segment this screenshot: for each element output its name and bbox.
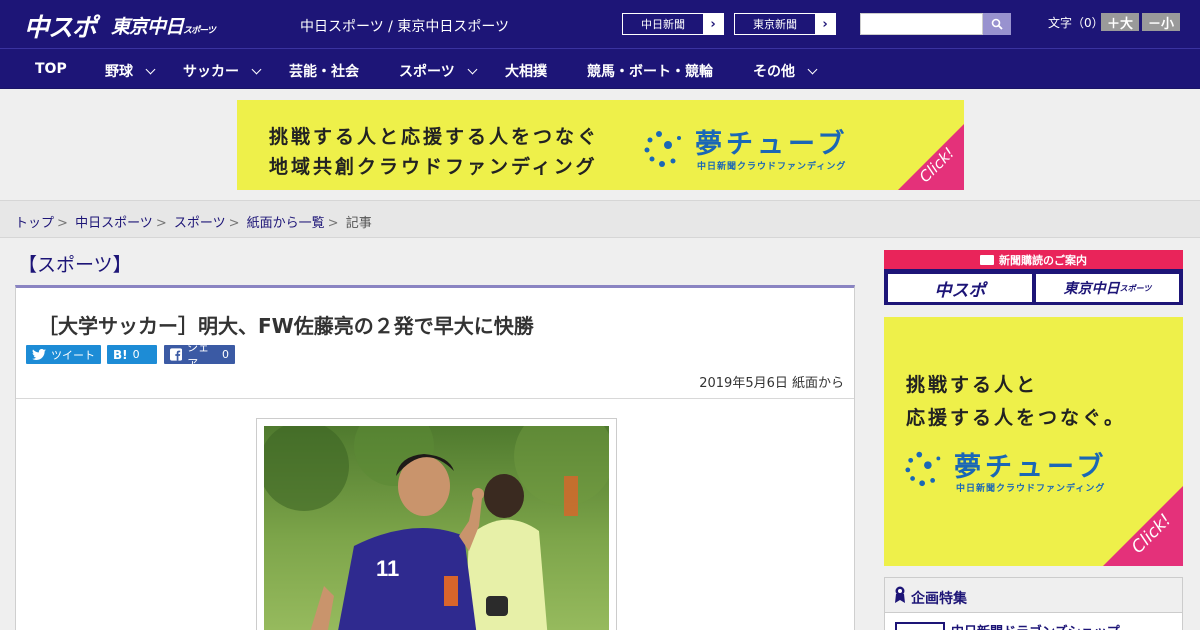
breadcrumb-separator: > — [327, 216, 339, 231]
tweet-label: ツイート — [51, 348, 95, 362]
nav-label: TOP — [35, 61, 67, 77]
subscribe-chuspo-button[interactable]: 中スポ — [888, 274, 1032, 302]
feature-title: 企画特集 — [911, 591, 967, 607]
jersey-number: 11 — [376, 556, 399, 581]
nav-label: 競馬・ボート・競輪 — [587, 64, 713, 80]
subscription-box: 新聞購読のご案内 中スポ 東京中日 スポーツ — [884, 250, 1183, 305]
article-title: ［大学サッカー］明大、FW佐藤亮の２発で早大に快勝 — [38, 314, 534, 338]
yume-dots-icon — [644, 131, 681, 167]
breadcrumb-separator: > — [228, 216, 240, 231]
search-button[interactable] — [983, 13, 1011, 35]
nav-sports[interactable]: スポーツ — [399, 61, 478, 81]
search-icon — [991, 18, 1003, 30]
tokyo-shimbun-button[interactable]: 東京新聞 › — [734, 13, 836, 35]
soccer-player-photo: 11 — [264, 426, 609, 630]
tokyo-chunichi-logo-text: 東京中日 — [111, 16, 184, 38]
nav-top[interactable]: TOP — [35, 61, 67, 77]
hatena-count: 0 — [132, 348, 140, 361]
nav-label: スポーツ — [399, 64, 455, 80]
subscribe-tokyo-label: 東京中日 — [1063, 281, 1120, 297]
facebook-share-button[interactable]: シェア 0 — [164, 341, 235, 370]
yume-tube-banner-top[interactable]: 挑戦する人と応援する人をつなぐ 地域共創クラウドファンディング 夢チューブ 中日… — [237, 100, 964, 190]
breadcrumb-chunichi-sports[interactable]: 中日スポーツ — [75, 216, 153, 231]
font-bigger-button[interactable]: ＋大 — [1101, 13, 1139, 32]
side-ad-line-2: 応援する人をつなぐ。 — [906, 407, 1127, 429]
chevron-down-icon — [807, 64, 818, 75]
font-size-label: 文字（0） — [1048, 16, 1104, 30]
chevron-down-icon — [251, 64, 262, 75]
nav-label: 芸能・社会 — [289, 64, 359, 80]
nav-soccer[interactable]: サッカー — [183, 61, 262, 81]
tweet-button[interactable]: ツイート — [26, 345, 101, 364]
breadcrumb-current: 記事 — [345, 216, 372, 231]
article-photo-frame: 11 — [256, 418, 617, 630]
subscribe-tokyo-chunichi-button[interactable]: 東京中日 スポーツ — [1036, 274, 1179, 302]
twitter-icon — [32, 349, 46, 360]
chevron-down-icon — [145, 64, 156, 75]
nav-label: 野球 — [105, 64, 133, 80]
ad-brand: 夢チューブ — [695, 129, 849, 160]
newspaper-icon — [980, 254, 994, 265]
facebook-icon — [170, 348, 183, 361]
article-photo: 11 — [264, 426, 609, 630]
nav-other[interactable]: その他 — [753, 61, 818, 81]
tokyo-chunichi-logo[interactable]: 東京中日スポーツ — [111, 12, 216, 39]
chevron-right-icon: › — [815, 14, 835, 34]
nav-label: その他 — [753, 64, 795, 80]
chevron-right-icon: › — [703, 14, 723, 34]
article-card: ［大学サッカー］明大、FW佐藤亮の２発で早大に快勝 ツイート B! 0 シェア … — [15, 285, 855, 630]
font-smaller-button[interactable]: －小 — [1142, 13, 1180, 32]
nav-label: サッカー — [183, 64, 239, 80]
subscribe-tokyo-small: スポーツ — [1119, 283, 1152, 293]
chunichi-shimbun-button[interactable]: 中日新聞 › — [622, 13, 724, 35]
article-date: 2019年5月6日 紙面から — [699, 376, 844, 391]
side-ad-line-1: 挑戦する人と — [906, 374, 1039, 396]
site-header: 中スポ 東京中日スポーツ 中日スポーツ / 東京中日スポーツ 中日新聞 › 東京… — [0, 0, 1200, 48]
hatena-bookmark-button[interactable]: B! 0 — [107, 345, 157, 364]
chevron-down-icon — [467, 64, 478, 75]
nav-baseball[interactable]: 野球 — [105, 61, 156, 81]
side-ad-brand-sub: 中日新聞クラウドファンディング — [956, 484, 1106, 494]
nav-sumo[interactable]: 大相撲 — [505, 61, 547, 81]
breadcrumb-top[interactable]: トップ — [15, 216, 54, 231]
ad-line-1: 挑戦する人と応援する人をつなぐ — [269, 126, 600, 148]
yume-dots-icon — [905, 451, 941, 487]
side-ad-brand: 夢チューブ — [954, 452, 1108, 483]
article-category: 【スポーツ】 — [18, 254, 132, 276]
hatena-icon: B! — [113, 347, 128, 362]
dragons-shop-link[interactable]: 中日新聞ドラゴンズショップ — [951, 621, 1120, 630]
dragons-shop-thumbnail[interactable] — [895, 622, 945, 630]
ribbon-icon — [895, 586, 905, 603]
subscription-header: 新聞購読のご案内 — [884, 250, 1183, 269]
breadcrumb-separator: > — [57, 216, 68, 231]
nav-racing[interactable]: 競馬・ボート・競輪 — [587, 61, 713, 81]
yume-tube-banner-side[interactable]: 挑戦する人と 応援する人をつなぐ。 夢チューブ 中日新聞クラウドファンディング … — [884, 317, 1183, 566]
breadcrumb: トップ > 中日スポーツ > スポーツ > 紙面から一覧 > 記事 — [15, 212, 372, 231]
nav-label: 大相撲 — [505, 64, 547, 80]
chunichi-shimbun-label: 中日新聞 — [641, 18, 685, 31]
site-name-link[interactable]: 中日スポーツ / 東京中日スポーツ — [300, 16, 509, 36]
feature-box: 企画特集 中日新聞ドラゴンズショップ — [884, 577, 1183, 630]
subscription-title: 新聞購読のご案内 — [999, 253, 1087, 267]
ad-brand-sub: 中日新聞クラウドファンディング — [697, 162, 847, 172]
tokyo-chunichi-logo-small: スポーツ — [183, 26, 216, 36]
breadcrumb-separator: > — [155, 216, 167, 231]
article-divider — [16, 398, 854, 399]
breadcrumb-sports[interactable]: スポーツ — [174, 216, 226, 231]
ad-line-2: 地域共創クラウドファンディング — [269, 156, 598, 178]
feature-header: 企画特集 — [885, 578, 1182, 613]
breadcrumb-bar: トップ > 中日スポーツ > スポーツ > 紙面から一覧 > 記事 — [0, 200, 1200, 238]
breadcrumb-paper-list[interactable]: 紙面から一覧 — [247, 216, 325, 231]
facebook-count: 0 — [222, 348, 229, 361]
facebook-share-label: シェア — [187, 340, 210, 370]
main-nav: TOP 野球 サッカー 芸能・社会 スポーツ 大相撲 競馬・ボート・競輪 その他 — [0, 48, 1200, 89]
chuspo-logo[interactable]: 中スポ — [24, 8, 97, 44]
tokyo-shimbun-label: 東京新聞 — [753, 18, 797, 31]
search-input[interactable] — [860, 13, 983, 35]
nav-entertainment[interactable]: 芸能・社会 — [289, 61, 359, 81]
